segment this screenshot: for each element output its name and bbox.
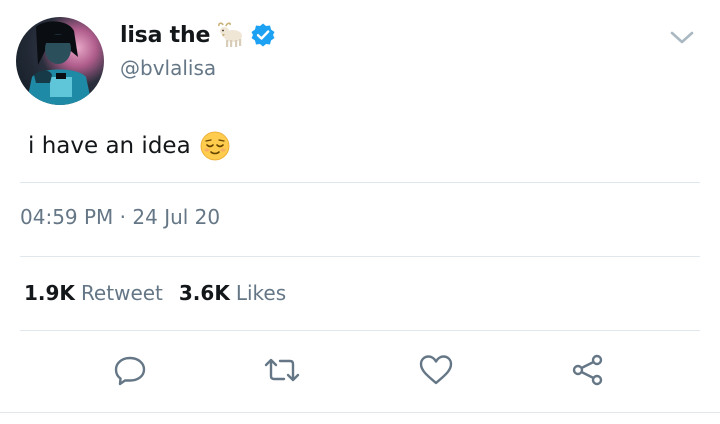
retweet-icon: [262, 352, 302, 388]
divider: [0, 412, 720, 413]
tweet-stats: 1.9K Retweet 3.6K Likes: [24, 281, 296, 305]
retweet-button[interactable]: [264, 352, 300, 388]
chevron-down-icon[interactable]: [668, 28, 696, 48]
divider: [20, 182, 700, 183]
verified-badge-icon: [250, 22, 276, 48]
heart-icon: [418, 352, 454, 388]
author-name-row: lisa the: [120, 20, 276, 50]
tweet-text: i have an idea: [28, 133, 191, 159]
goat-icon: [216, 22, 244, 48]
divider: [20, 330, 700, 331]
avatar-photo: [26, 21, 92, 105]
display-name[interactable]: lisa the: [120, 23, 210, 48]
retweet-count[interactable]: 1.9K: [24, 281, 75, 305]
like-label[interactable]: Likes: [236, 281, 286, 305]
retweet-label[interactable]: Retweet: [81, 281, 163, 305]
tweet-card: lisa the @bvlalisa i have an idea 04:59 …: [0, 0, 720, 424]
avatar[interactable]: [16, 17, 104, 105]
like-button[interactable]: [418, 352, 454, 388]
like-count[interactable]: 3.6K: [179, 281, 230, 305]
reply-icon: [112, 352, 148, 388]
share-icon: [570, 352, 606, 388]
share-button[interactable]: [570, 352, 606, 388]
relieved-face-emoji-icon: [199, 130, 231, 162]
reply-button[interactable]: [112, 352, 148, 388]
divider: [20, 256, 700, 257]
tweet-timestamp[interactable]: 04:59 PM · 24 Jul 20: [20, 205, 220, 229]
tweet-body: i have an idea: [28, 128, 231, 164]
author-handle[interactable]: @bvlalisa: [120, 56, 216, 80]
